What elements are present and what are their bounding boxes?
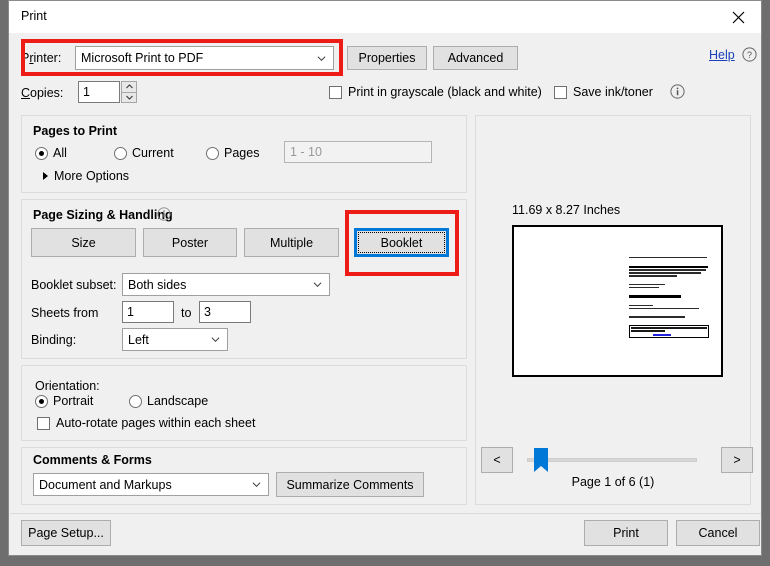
sheets-from-input[interactable]: 1 [122, 301, 174, 323]
radio-indicator [206, 146, 219, 160]
cancel-button[interactable]: Cancel [676, 520, 760, 546]
comments-forms-select[interactable]: Document and Markups [33, 473, 269, 496]
triangle-right-icon [43, 172, 48, 180]
spinner-up-icon[interactable] [121, 81, 137, 93]
printer-label: Printer: [21, 51, 62, 65]
page-setup-button[interactable]: Page Setup... [21, 520, 111, 546]
auto-rotate-label: Auto-rotate pages within each sheet [56, 416, 256, 430]
properties-button-label: Properties [358, 51, 416, 65]
comments-forms-value: Document and Markups [39, 477, 172, 492]
summarize-comments-label: Summarize Comments [286, 477, 414, 492]
radio-indicator [114, 146, 127, 160]
sheets-to-input[interactable]: 3 [199, 301, 251, 323]
binding-label: Binding: [31, 333, 77, 347]
advanced-button-label: Advanced [447, 51, 504, 65]
chevron-down-icon [203, 329, 227, 350]
print-dialog: Print Printer: Microsoft Print to PDF Pr… [8, 0, 762, 556]
properties-button[interactable]: Properties [347, 46, 427, 70]
radio-pages-all[interactable]: All [35, 146, 67, 160]
radio-pages-current[interactable]: Current [114, 146, 174, 160]
next-page-button[interactable]: > [721, 447, 753, 473]
cancel-button-label: Cancel [698, 526, 738, 540]
preview-document-content [629, 257, 709, 338]
page-title: Print [21, 9, 47, 23]
portrait-label: Portrait [53, 394, 94, 408]
advanced-button[interactable]: Advanced [433, 46, 518, 70]
info-circle-icon[interactable] [670, 84, 685, 102]
save-ink-label: Save ink/toner [573, 85, 653, 99]
binding-value: Left [128, 332, 149, 347]
radio-current-label: Current [132, 146, 174, 160]
booklet-subset-label: Booklet subset: [31, 278, 117, 292]
copies-label: Copies: [21, 86, 64, 100]
checkbox-box [37, 416, 50, 430]
radio-portrait[interactable]: Portrait [35, 394, 93, 408]
svg-text:?: ? [747, 50, 752, 60]
page-status-label: Page 1 of 6 (1) [571, 475, 655, 489]
poster-button-label: Poster [171, 235, 209, 250]
booklet-button-label: Booklet [380, 235, 423, 250]
checkbox-box [329, 85, 342, 99]
printer-selected-value: Microsoft Print to PDF [81, 51, 204, 65]
orientation-label: Orientation: [35, 379, 100, 393]
size-button[interactable]: Size [31, 228, 136, 257]
grayscale-checkbox[interactable]: Print in grayscale (black and white) [329, 85, 542, 99]
size-button-label: Size [71, 235, 96, 250]
preview-link [653, 333, 671, 336]
print-button-label: Print [613, 526, 639, 540]
more-options-label: More Options [54, 169, 130, 183]
summarize-comments-button[interactable]: Summarize Comments [276, 472, 424, 497]
chevron-down-icon [309, 47, 333, 69]
info-circle-icon[interactable] [157, 207, 171, 224]
booklet-subset-select[interactable]: Both sides [122, 273, 330, 296]
dialog-titlebar: Print [9, 1, 761, 33]
sheets-to-label: to [181, 306, 192, 320]
multiple-button-label: Multiple [269, 235, 314, 250]
radio-indicator [35, 146, 48, 160]
print-button[interactable]: Print [584, 520, 668, 546]
page-range-input[interactable]: 1 - 10 [284, 141, 432, 163]
checkbox-box [554, 85, 567, 99]
radio-landscape[interactable]: Landscape [129, 394, 208, 408]
comments-forms-title: Comments & Forms [33, 453, 152, 467]
radio-pages-label: Pages [224, 146, 260, 160]
radio-pages-range[interactable]: Pages [206, 146, 259, 160]
booklet-button[interactable]: Booklet [354, 228, 449, 257]
radio-all-label: All [53, 146, 67, 160]
save-ink-checkbox[interactable]: Save ink/toner [554, 85, 653, 99]
copies-stepper[interactable] [121, 81, 137, 103]
page-preview [512, 225, 723, 377]
next-page-label: > [733, 453, 741, 467]
footer-divider [10, 513, 761, 514]
previous-page-button[interactable]: < [481, 447, 513, 473]
poster-button[interactable]: Poster [143, 228, 237, 257]
printer-select[interactable]: Microsoft Print to PDF [75, 46, 334, 70]
help-circle-icon[interactable]: ? [742, 47, 757, 65]
radio-indicator [35, 394, 48, 408]
desktop-background: Print Printer: Microsoft Print to PDF Pr… [0, 0, 770, 566]
preview-highlight-box [629, 324, 709, 338]
spinner-down-icon[interactable] [121, 92, 137, 103]
page-slider-thumb[interactable] [534, 448, 548, 472]
grayscale-label: Print in grayscale (black and white) [348, 85, 542, 99]
copies-input[interactable]: 1 [78, 81, 120, 103]
page-dimensions-label: 11.69 x 8.27 Inches [512, 203, 621, 217]
sheets-from-label: Sheets from [31, 306, 99, 320]
help-link[interactable]: Help [709, 48, 735, 62]
chevron-down-icon [244, 474, 268, 495]
chevron-down-icon [305, 274, 329, 295]
previous-page-label: < [493, 453, 501, 467]
page-setup-label: Page Setup... [28, 526, 104, 540]
booklet-subset-value: Both sides [128, 277, 187, 292]
multiple-button[interactable]: Multiple [244, 228, 339, 257]
page-sizing-title: Page Sizing & Handling [33, 208, 173, 222]
radio-indicator [129, 394, 142, 408]
pages-to-print-title: Pages to Print [33, 124, 118, 138]
binding-select[interactable]: Left [122, 328, 228, 351]
more-options-toggle[interactable]: More Options [43, 169, 129, 183]
page-slider-track[interactable] [527, 458, 697, 462]
landscape-label: Landscape [147, 394, 209, 408]
close-icon[interactable] [715, 1, 761, 33]
auto-rotate-checkbox[interactable]: Auto-rotate pages within each sheet [37, 416, 255, 430]
